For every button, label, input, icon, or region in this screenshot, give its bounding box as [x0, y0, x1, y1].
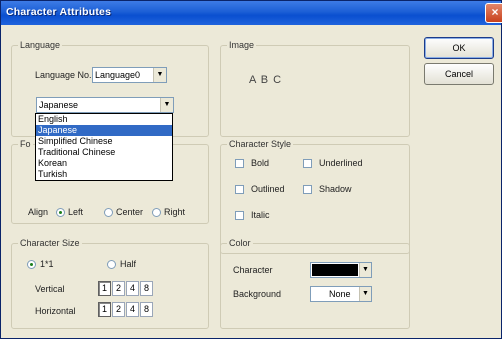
font-legend: Fo	[18, 139, 33, 149]
italic-label: Italic	[251, 210, 270, 220]
shadow-checkbox[interactable]	[303, 185, 312, 194]
language-no-label: Language No.	[35, 70, 92, 80]
horizontal-size-1-button[interactable]: 1	[98, 302, 111, 317]
close-icon: ×	[491, 5, 499, 19]
language-option-korean[interactable]: Korean	[36, 158, 172, 169]
underlined-checkbox[interactable]	[303, 159, 312, 168]
chevron-down-icon[interactable]: ▼	[160, 98, 173, 112]
language-legend: Language	[18, 40, 63, 50]
align-center-radio[interactable]	[104, 208, 113, 217]
language-no-value: Language0	[95, 70, 141, 80]
background-color-picker[interactable]: None ▼	[310, 286, 372, 302]
vertical-size-1-button[interactable]: 1	[98, 281, 111, 296]
chevron-down-icon[interactable]: ▼	[359, 287, 371, 301]
image-preview-text: A B C	[249, 74, 283, 86]
chevron-down-icon[interactable]: ▼	[153, 68, 166, 82]
close-button[interactable]: ×	[485, 3, 502, 23]
size-1x1-radio[interactable]	[27, 260, 36, 269]
character-attributes-dialog: Character Attributes × OK Cancel Languag…	[0, 0, 502, 339]
window-title: Character Attributes	[6, 6, 112, 18]
language-selected-value: Japanese	[39, 100, 79, 110]
language-no-select[interactable]: Language0 ▼	[92, 67, 167, 83]
vertical-size-4-button[interactable]: 4	[126, 281, 139, 296]
character-color-label: Character	[233, 265, 273, 275]
character-size-legend: Character Size	[18, 238, 82, 248]
language-option-english[interactable]: English	[36, 114, 172, 125]
image-group: Image A B C	[220, 40, 410, 137]
vertical-size-8-button[interactable]: 8	[140, 281, 153, 296]
underlined-label: Underlined	[319, 158, 363, 168]
language-option-traditional-chinese[interactable]: Traditional Chinese	[36, 147, 172, 158]
language-option-simplified-chinese[interactable]: Simplified Chinese	[36, 136, 172, 147]
align-right-label: Right	[164, 207, 186, 217]
size-half-radio[interactable]	[107, 260, 116, 269]
chevron-down-icon[interactable]: ▼	[359, 263, 371, 277]
outlined-label: Outlined	[251, 184, 285, 194]
character-style-legend: Character Style	[227, 139, 294, 149]
align-center-label: Center	[116, 207, 144, 217]
align-left-label: Left	[68, 207, 84, 217]
language-option-japanese[interactable]: Japanese	[36, 125, 172, 136]
horizontal-size-2-button[interactable]: 2	[112, 302, 125, 317]
color-group: Color Character ▼ Background None ▼	[220, 238, 410, 329]
color-legend: Color	[227, 238, 253, 248]
size-half-label: Half	[120, 259, 137, 269]
align-label: Align	[28, 207, 49, 217]
language-select[interactable]: Japanese ▼	[36, 97, 174, 113]
character-color-swatch	[312, 264, 358, 276]
horizontal-label: Horizontal	[35, 306, 76, 316]
vertical-label: Vertical	[35, 284, 65, 294]
horizontal-size-8-button[interactable]: 8	[140, 302, 153, 317]
language-option-turkish[interactable]: Turkish	[36, 169, 172, 180]
italic-checkbox[interactable]	[235, 211, 244, 220]
shadow-label: Shadow	[319, 184, 352, 194]
outlined-checkbox[interactable]	[235, 185, 244, 194]
align-right-radio[interactable]	[152, 208, 161, 217]
size-1x1-label: 1*1	[40, 259, 54, 269]
character-color-picker[interactable]: ▼	[310, 262, 372, 278]
vertical-size-2-button[interactable]: 2	[112, 281, 125, 296]
background-color-label: Background	[233, 289, 282, 299]
character-size-group: Character Size 1*1 Half Vertical 1 2 4 8…	[11, 238, 209, 329]
bold-checkbox[interactable]	[235, 159, 244, 168]
image-legend: Image	[227, 40, 257, 50]
language-dropdown-list: English Japanese Simplified Chinese Trad…	[35, 113, 173, 181]
bold-label: Bold	[251, 158, 270, 168]
align-left-radio[interactable]	[56, 208, 65, 217]
dialog-body: OK Cancel Language Language No. Language…	[1, 25, 501, 339]
ok-button[interactable]: OK	[424, 37, 494, 59]
title-bar[interactable]: Character Attributes ×	[1, 1, 502, 25]
background-color-value: None	[329, 289, 351, 299]
horizontal-size-4-button[interactable]: 4	[126, 302, 139, 317]
cancel-button[interactable]: Cancel	[424, 63, 494, 85]
